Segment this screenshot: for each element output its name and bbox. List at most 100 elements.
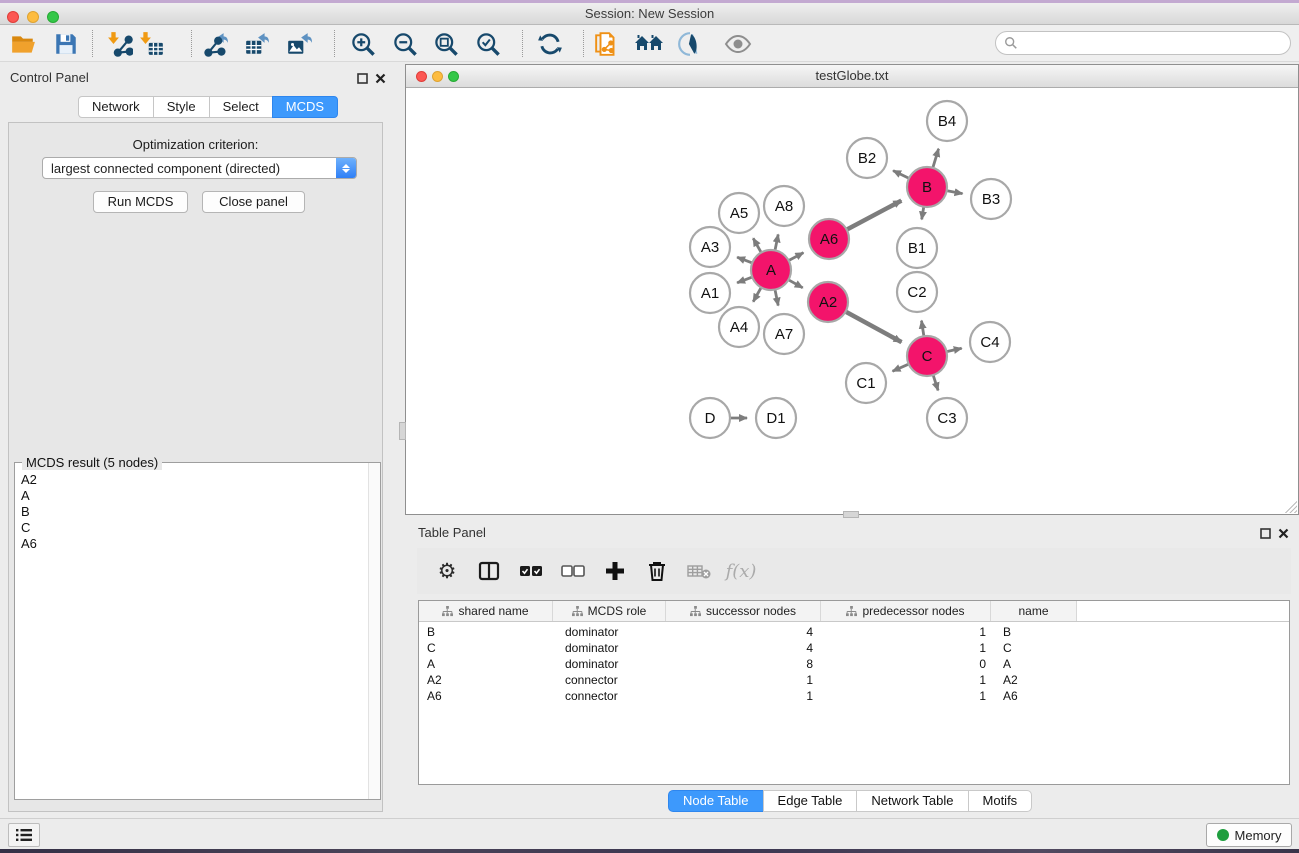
- zoom-window-button[interactable]: [47, 11, 59, 23]
- search-field[interactable]: [995, 31, 1291, 55]
- task-history-button[interactable]: [8, 823, 40, 847]
- column-header-successor-nodes[interactable]: successor nodes: [666, 601, 821, 621]
- table-cell[interactable]: A2: [991, 672, 1077, 688]
- tab-motifs[interactable]: Motifs: [968, 790, 1033, 812]
- table-row[interactable]: A2connector11A2: [419, 672, 1289, 688]
- column-view-icon[interactable]: [475, 557, 503, 585]
- table-cell[interactable]: 4: [666, 624, 821, 640]
- result-scrollbar[interactable]: [368, 463, 380, 799]
- export-network-icon[interactable]: [201, 29, 231, 59]
- table-cell[interactable]: A: [991, 656, 1077, 672]
- table-cell[interactable]: B: [991, 624, 1077, 640]
- table-cell[interactable]: 1: [821, 688, 991, 704]
- zoom-in-icon[interactable]: [348, 29, 378, 59]
- table-row[interactable]: Bdominator41B: [419, 624, 1289, 640]
- export-table-icon[interactable]: [242, 29, 272, 59]
- table-cell[interactable]: C: [991, 640, 1077, 656]
- zoom-selected-icon[interactable]: [473, 29, 503, 59]
- table-cell[interactable]: 4: [666, 640, 821, 656]
- table-cell[interactable]: 1: [666, 688, 821, 704]
- network-canvas[interactable]: B4B2BB3A5A8A6A3B1AC2A1A2A4A7C4CC1C3DD1: [406, 88, 1298, 514]
- criterion-select[interactable]: largest connected component (directed): [42, 157, 357, 179]
- graph-edge[interactable]: [753, 287, 762, 302]
- network-close-button[interactable]: [416, 71, 427, 82]
- table-cell[interactable]: connector: [553, 688, 666, 704]
- network-minimize-button[interactable]: [432, 71, 443, 82]
- table-row[interactable]: Adominator80A: [419, 656, 1289, 672]
- graph-edge[interactable]: [737, 277, 753, 283]
- select-all-icon[interactable]: [517, 557, 545, 585]
- column-header-predecessor-nodes[interactable]: predecessor nodes: [821, 601, 991, 621]
- refresh-icon[interactable]: [535, 29, 565, 59]
- result-item[interactable]: A: [21, 488, 367, 504]
- export-image-icon[interactable]: [284, 29, 314, 59]
- delete-table-icon[interactable]: [685, 557, 713, 585]
- home-icon[interactable]: [634, 29, 664, 59]
- run-mcds-button[interactable]: Run MCDS: [93, 191, 188, 213]
- close-window-button[interactable]: [7, 11, 19, 23]
- close-panel-icon[interactable]: [375, 72, 387, 84]
- result-item[interactable]: A6: [21, 536, 367, 552]
- table-cell[interactable]: 1: [821, 624, 991, 640]
- result-item[interactable]: B: [21, 504, 367, 520]
- table-cell[interactable]: C: [419, 640, 553, 656]
- tab-mcds[interactable]: MCDS: [272, 96, 338, 118]
- table-cell[interactable]: 1: [821, 672, 991, 688]
- annotations-icon[interactable]: [675, 29, 705, 59]
- result-item[interactable]: A2: [21, 472, 367, 488]
- add-column-icon[interactable]: [601, 557, 629, 585]
- graph-edge[interactable]: [893, 171, 910, 179]
- zoom-out-icon[interactable]: [390, 29, 420, 59]
- graph-edge[interactable]: [921, 321, 924, 338]
- graph-edge[interactable]: [775, 234, 778, 251]
- table-cell[interactable]: A6: [991, 688, 1077, 704]
- search-input[interactable]: [1018, 36, 1290, 51]
- resize-grip-icon[interactable]: [1285, 501, 1297, 513]
- graph-edge[interactable]: [775, 289, 778, 306]
- graph-edge[interactable]: [893, 364, 910, 372]
- result-item[interactable]: C: [21, 520, 367, 536]
- tab-node-table[interactable]: Node Table: [668, 790, 764, 812]
- splitter-handle-bottom[interactable]: [843, 511, 859, 518]
- table-cell[interactable]: A6: [419, 688, 553, 704]
- float-panel-icon[interactable]: [357, 72, 369, 84]
- graph-edge[interactable]: [788, 279, 803, 288]
- graph-edge[interactable]: [753, 238, 762, 253]
- tab-network[interactable]: Network: [78, 96, 154, 118]
- splitter-handle-left[interactable]: [399, 422, 406, 440]
- graph-edge[interactable]: [946, 348, 962, 352]
- settings-gear-icon[interactable]: ⚙: [433, 557, 461, 585]
- tab-edge-table[interactable]: Edge Table: [763, 790, 858, 812]
- graph-edge[interactable]: [933, 374, 938, 390]
- import-table-icon[interactable]: [137, 29, 167, 59]
- eye-icon[interactable]: [723, 29, 753, 59]
- table-cell[interactable]: 1: [821, 640, 991, 656]
- graph-edge[interactable]: [933, 149, 939, 169]
- table-row[interactable]: A6connector11A6: [419, 688, 1289, 704]
- table-cell[interactable]: A: [419, 656, 553, 672]
- table-cell[interactable]: A2: [419, 672, 553, 688]
- table-cell[interactable]: 8: [666, 656, 821, 672]
- graph-edge[interactable]: [845, 311, 902, 342]
- network-graph[interactable]: B4B2BB3A5A8A6A3B1AC2A1A2A4A7C4CC1C3DD1: [406, 88, 1298, 514]
- tab-style[interactable]: Style: [153, 96, 210, 118]
- network-window-titlebar[interactable]: testGlobe.txt: [406, 65, 1298, 88]
- import-network-icon[interactable]: [105, 29, 135, 59]
- column-header-shared-name[interactable]: shared name: [419, 601, 553, 621]
- column-header-name[interactable]: name: [991, 601, 1077, 621]
- tab-network-table[interactable]: Network Table: [856, 790, 968, 812]
- table-cell[interactable]: B: [419, 624, 553, 640]
- table-cell[interactable]: connector: [553, 672, 666, 688]
- graph-edge[interactable]: [788, 253, 804, 261]
- open-session-icon[interactable]: [8, 29, 38, 59]
- memory-button[interactable]: Memory: [1206, 823, 1292, 847]
- table-row[interactable]: Cdominator41C: [419, 640, 1289, 656]
- mcds-result-list[interactable]: A2ABCA6: [15, 468, 367, 799]
- table-cell[interactable]: dominator: [553, 640, 666, 656]
- graph-edge[interactable]: [737, 257, 753, 263]
- tab-select[interactable]: Select: [209, 96, 273, 118]
- clone-network-icon[interactable]: [592, 29, 622, 59]
- function-builder-icon[interactable]: f(x): [727, 557, 755, 585]
- close-table-panel-icon[interactable]: [1278, 527, 1290, 539]
- float-table-panel-icon[interactable]: [1260, 527, 1272, 539]
